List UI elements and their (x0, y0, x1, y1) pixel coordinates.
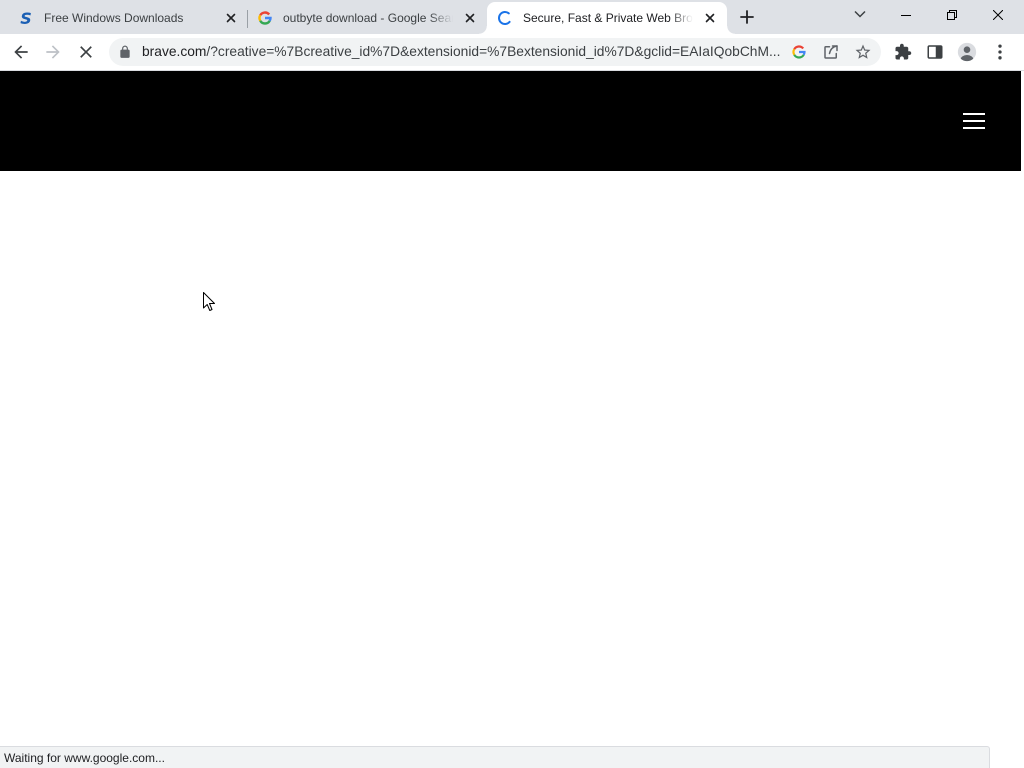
hamburger-line (963, 120, 985, 122)
restore-button[interactable] (929, 0, 975, 29)
tab-close-button[interactable] (462, 10, 478, 26)
extensions-button[interactable] (889, 38, 917, 66)
google-g-icon (257, 10, 273, 26)
restore-icon (947, 9, 957, 20)
window-close-button[interactable] (975, 0, 1021, 29)
arrow-left-icon (14, 45, 28, 59)
google-g-icon (792, 45, 806, 59)
tab-title: Free Windows Downloads (44, 11, 184, 25)
close-icon (226, 13, 236, 23)
tab-outbyte-download[interactable]: outbyte download - Google Sear (247, 2, 487, 34)
page-viewport (0, 71, 1021, 768)
browser-window: S Free Windows Downloads outbyte downloa… (0, 0, 1024, 768)
svg-text:S: S (20, 10, 32, 26)
side-panel-icon (927, 45, 943, 59)
status-text: Waiting for www.google.com... (4, 751, 165, 765)
plus-icon (740, 10, 754, 24)
s-logo-icon: S (18, 10, 34, 26)
minimize-button[interactable] (883, 0, 929, 29)
close-icon (465, 13, 475, 23)
hamburger-line (963, 127, 985, 129)
tab-title: Secure, Fast & Private Web Brow (523, 11, 693, 25)
kebab-icon (998, 44, 1002, 60)
forward-button[interactable] (39, 38, 67, 66)
avatar-icon (957, 42, 977, 62)
url-text[interactable]: brave.com/?creative=%7Bcreative_id%7D&ex… (142, 38, 782, 66)
tab-close-button[interactable] (702, 10, 718, 26)
address-bar[interactable]: brave.com/?creative=%7Bcreative_id%7D&ex… (109, 38, 881, 66)
stop-loading-button[interactable] (72, 38, 100, 66)
tab-close-button[interactable] (223, 10, 239, 26)
loading-spinner-icon (497, 10, 513, 26)
close-icon (705, 13, 715, 23)
bookmark-star-button[interactable] (851, 40, 875, 64)
arrow-cursor-icon (203, 292, 216, 313)
share-icon (824, 45, 838, 59)
hamburger-icon[interactable] (961, 109, 987, 133)
tab-brave-active[interactable]: Secure, Fast & Private Web Brow (479, 2, 735, 34)
arrow-right-icon (46, 45, 60, 59)
side-panel-button[interactable] (921, 38, 949, 66)
star-icon (855, 44, 871, 59)
page-header (0, 71, 1021, 171)
close-icon (993, 9, 1003, 20)
chevron-down-icon (854, 10, 866, 18)
url-path: /?creative=%7Bcreative_id%7D&extensionid… (206, 44, 781, 59)
share-button[interactable] (819, 40, 843, 64)
hamburger-line (963, 113, 985, 115)
lock-icon[interactable] (118, 45, 132, 59)
status-bubble: Waiting for www.google.com... (0, 746, 990, 768)
close-icon (80, 46, 92, 58)
puzzle-icon (895, 43, 912, 60)
tab-free-windows-downloads[interactable]: S Free Windows Downloads (8, 2, 248, 34)
url-domain: brave.com (142, 44, 207, 59)
tab-strip: S Free Windows Downloads outbyte downloa… (0, 0, 1024, 34)
chrome-menu-button[interactable] (986, 38, 1014, 66)
minimize-icon (901, 14, 911, 16)
tab-search-button[interactable] (846, 0, 874, 28)
profile-button[interactable] (953, 38, 981, 66)
new-tab-button[interactable] (733, 3, 761, 31)
google-lens-button[interactable] (787, 40, 811, 64)
browser-toolbar: brave.com/?creative=%7Bcreative_id%7D&ex… (0, 34, 1024, 71)
back-button[interactable] (7, 38, 35, 66)
tab-title: outbyte download - Google Sear (283, 11, 453, 25)
